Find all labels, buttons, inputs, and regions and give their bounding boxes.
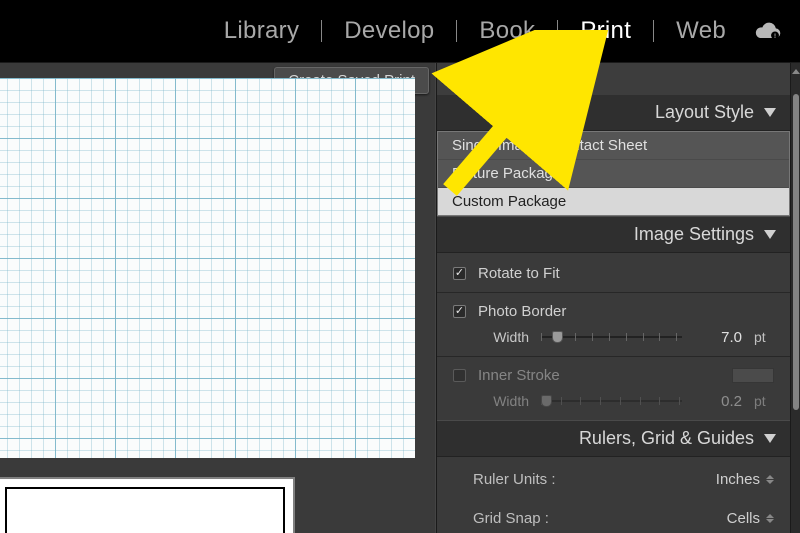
inner-stroke-label: Inner Stroke bbox=[478, 367, 560, 384]
panel-title: Layout Style bbox=[655, 102, 754, 123]
divider bbox=[437, 356, 790, 357]
ruler-units-label: Ruler Units : bbox=[473, 471, 556, 488]
unit-label: pt bbox=[754, 329, 774, 345]
photo-border-width-slider[interactable] bbox=[541, 328, 682, 346]
module-tab-print[interactable]: Print bbox=[576, 17, 635, 45]
module-tab-develop[interactable]: Develop bbox=[340, 17, 438, 45]
grid-snap-stepper[interactable] bbox=[766, 514, 774, 523]
unit-label: pt bbox=[754, 393, 774, 409]
nav-separator bbox=[557, 20, 558, 42]
nav-separator bbox=[456, 20, 457, 42]
right-panel-group: Layout Style Single Image / Contact Shee… bbox=[436, 63, 790, 533]
layout-option-picture-package[interactable]: Picture Package bbox=[438, 160, 789, 188]
image-settings-body: Rotate to Fit Photo Border Width 7.0 pt bbox=[437, 253, 790, 420]
collapse-icon bbox=[764, 434, 776, 443]
inner-stroke-width-label: Width bbox=[479, 393, 529, 409]
svg-text:!: ! bbox=[774, 33, 776, 40]
photo-border-width-value[interactable]: 7.0 bbox=[694, 329, 742, 346]
ruler-units-stepper[interactable] bbox=[766, 475, 774, 484]
inner-stroke-color-swatch[interactable] bbox=[732, 368, 774, 383]
inner-stroke-width-value[interactable]: 0.2 bbox=[694, 393, 742, 410]
page-grid[interactable] bbox=[0, 78, 415, 458]
panel-title: Image Settings bbox=[634, 224, 754, 245]
module-nav: Library Develop Book Print Web ! bbox=[0, 0, 800, 62]
nav-separator bbox=[321, 20, 322, 42]
scroll-up-icon[interactable] bbox=[792, 69, 800, 74]
workspace: Create Saved Print Layout Style Single I… bbox=[0, 62, 800, 533]
panel-title: Rulers, Grid & Guides bbox=[579, 428, 754, 449]
photo-cell[interactable] bbox=[0, 477, 295, 533]
nav-separator bbox=[653, 20, 654, 42]
layout-style-options: Single Image / Contact Sheet Picture Pac… bbox=[437, 131, 790, 216]
right-scrollbar[interactable] bbox=[790, 63, 800, 533]
collapse-icon bbox=[764, 108, 776, 117]
module-tab-book[interactable]: Book bbox=[475, 17, 539, 45]
photo-border-preview bbox=[5, 487, 285, 533]
layout-option-custom-package[interactable]: Custom Package bbox=[438, 188, 789, 215]
inner-stroke-checkbox[interactable] bbox=[453, 369, 466, 382]
rotate-to-fit-label: Rotate to Fit bbox=[478, 265, 560, 282]
panel-header-layout-style[interactable]: Layout Style bbox=[437, 95, 790, 131]
photo-border-label: Photo Border bbox=[478, 303, 566, 320]
inner-stroke-width-slider[interactable] bbox=[541, 392, 682, 410]
print-canvas: Create Saved Print bbox=[0, 63, 436, 533]
rulers-body: Ruler Units : Inches Grid Snap : Cells S… bbox=[437, 457, 790, 533]
panel-header-image-settings[interactable]: Image Settings bbox=[437, 216, 790, 253]
collapse-icon bbox=[764, 230, 776, 239]
ruler-units-value[interactable]: Inches bbox=[716, 471, 760, 488]
grid-snap-label: Grid Snap : bbox=[473, 510, 549, 527]
photo-border-width-label: Width bbox=[479, 329, 529, 345]
cloud-sync-icon[interactable]: ! bbox=[754, 21, 782, 41]
module-tab-web[interactable]: Web bbox=[672, 17, 730, 45]
module-tab-library[interactable]: Library bbox=[220, 17, 303, 45]
scrollbar-thumb[interactable] bbox=[793, 94, 799, 410]
photo-border-checkbox[interactable] bbox=[453, 305, 466, 318]
layout-option-single-image[interactable]: Single Image / Contact Sheet bbox=[438, 132, 789, 160]
panel-header-rulers[interactable]: Rulers, Grid & Guides bbox=[437, 420, 790, 457]
rotate-to-fit-checkbox[interactable] bbox=[453, 267, 466, 280]
grid-snap-value[interactable]: Cells bbox=[727, 510, 760, 527]
divider bbox=[437, 292, 790, 293]
